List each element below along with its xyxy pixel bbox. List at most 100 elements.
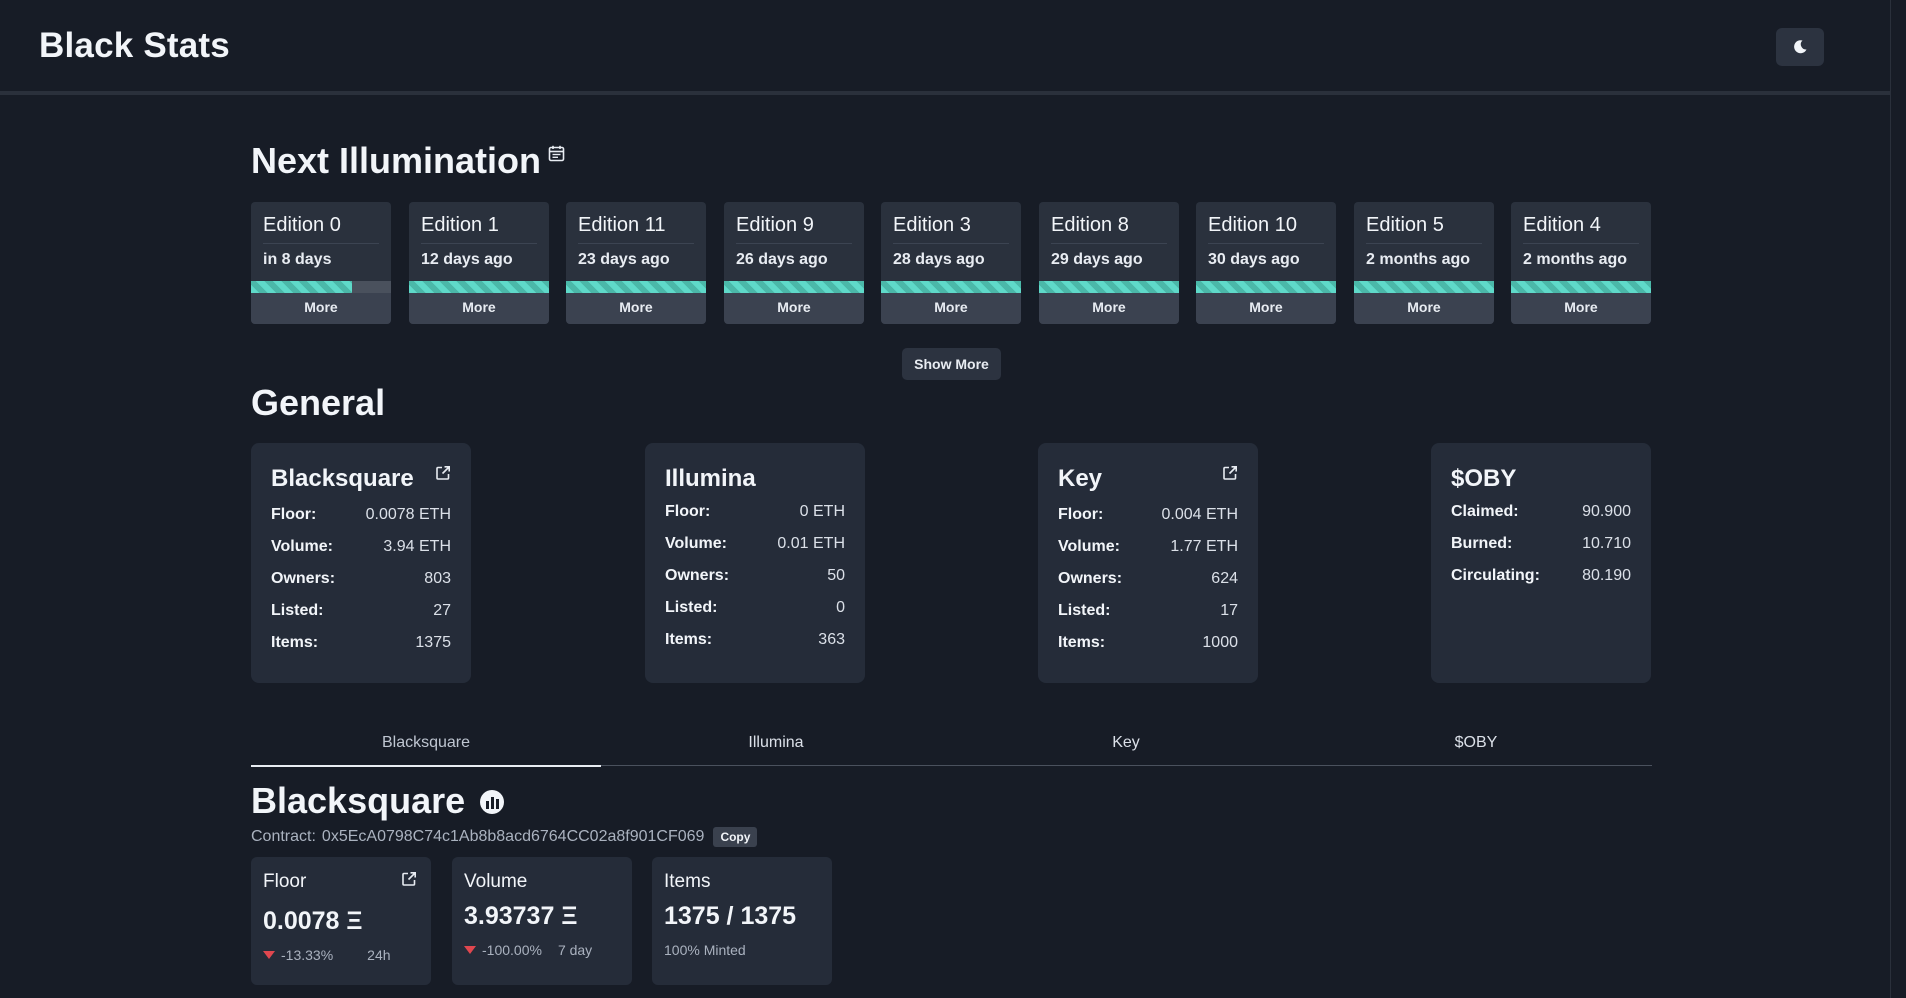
edition-title: Edition 8 (1051, 214, 1167, 244)
top-bar: Black Stats (0, 0, 1906, 95)
tab-oby[interactable]: $OBY (1301, 724, 1651, 765)
edition-card: Edition 1 12 days ago More (409, 202, 549, 324)
stat-value: 50 (827, 567, 845, 584)
edition-progress-bar (881, 281, 1021, 293)
stat-value: 0.0078 ETH (365, 506, 451, 523)
stat-row: Circulating: 80.190 (1451, 560, 1631, 592)
edition-more-button[interactable]: More (251, 293, 391, 324)
edition-more-button[interactable]: More (1511, 293, 1651, 324)
stat-row: Owners: 803 (271, 563, 451, 595)
tab-blacksquare[interactable]: Blacksquare (251, 724, 601, 767)
calendar-icon[interactable] (548, 145, 565, 162)
stat-value: 1375 (415, 634, 451, 651)
stat-row: Volume: 1.77 ETH (1058, 531, 1238, 563)
floor-period: 24h (367, 947, 391, 963)
stat-value: 80.190 (1582, 567, 1631, 584)
stat-value: 17 (1220, 602, 1238, 619)
stat-key: Listed: (665, 599, 718, 616)
external-link-icon[interactable] (435, 465, 451, 481)
stat-value: 3.94 ETH (383, 538, 451, 555)
general-card-title: Illumina (665, 465, 756, 492)
collection-tabs: Blacksquare Illumina Key $OBY (251, 724, 1652, 767)
edition-title: Edition 4 (1523, 214, 1639, 244)
general-card-title: Key (1058, 465, 1103, 492)
stat-row: Burned: 10.710 (1451, 528, 1631, 560)
items-value: 1375 / 1375 (664, 902, 797, 930)
stat-row: Volume: 3.94 ETH (271, 531, 451, 563)
collection-title: Blacksquare (251, 780, 505, 822)
edition-card: Edition 8 29 days ago More (1039, 202, 1179, 324)
general-card-oby: $OBY Claimed: 90.900 Burned: 10.710 Circulati… (1431, 443, 1651, 683)
stat-row: Items: 1000 (1058, 627, 1238, 659)
chart-badge-icon[interactable] (479, 789, 505, 815)
floor-change-percent: -13.33% (281, 947, 334, 963)
edition-more-button[interactable]: More (566, 293, 706, 324)
items-stat-card: Items 1375 / 1375 100% Minted (652, 857, 832, 985)
edition-progress-fill (409, 281, 549, 293)
edition-more-button[interactable]: More (1196, 293, 1336, 324)
edition-progress-fill (1196, 281, 1336, 293)
external-link-icon[interactable] (401, 871, 417, 887)
edition-time: 12 days ago (421, 251, 513, 268)
stat-key: Floor: (1058, 506, 1104, 523)
edition-more-button[interactable]: More (1354, 293, 1494, 324)
edition-card: Edition 10 30 days ago More (1196, 202, 1336, 324)
edition-time: 23 days ago (578, 251, 670, 268)
stat-key: Volume: (271, 538, 333, 555)
stat-value: 90.900 (1582, 503, 1631, 520)
edition-time: 29 days ago (1051, 251, 1143, 268)
edition-time: 30 days ago (1208, 251, 1300, 268)
general-card-stats: Floor: 0.004 ETH Volume: 1.77 ETH Owners: 624… (1058, 499, 1238, 659)
tab-key[interactable]: Key (951, 724, 1301, 765)
edition-progress-bar (409, 281, 549, 293)
edition-time: 2 months ago (1366, 251, 1471, 268)
stat-row: Claimed: 90.900 (1451, 496, 1631, 528)
general-card-illumina: Illumina Floor: 0 ETH Volume: 0.01 ETH Owners… (645, 443, 865, 683)
edition-title: Edition 10 (1208, 214, 1324, 244)
volume-label: Volume (464, 871, 528, 892)
edition-more-button[interactable]: More (1039, 293, 1179, 324)
edition-more-button[interactable]: More (881, 293, 1021, 324)
stat-value: 0.004 ETH (1161, 506, 1238, 523)
copy-button[interactable]: Copy (713, 827, 758, 847)
show-more-button[interactable]: Show More (902, 348, 1001, 380)
stat-row: Listed: 0 (665, 592, 845, 624)
edition-title: Edition 0 (263, 214, 379, 244)
stat-key: Items: (271, 634, 319, 651)
page-scrollbar[interactable] (1890, 0, 1906, 998)
stat-row: Items: 1375 (271, 627, 451, 659)
volume-stat-card: Volume 3.93737 Ξ -100.00% 7 day (452, 857, 632, 985)
contract-label: Contract: (251, 828, 316, 845)
volume-period: 7 day (557, 942, 593, 958)
external-link-icon[interactable] (1222, 465, 1238, 481)
edition-more-button[interactable]: More (724, 293, 864, 324)
app-title[interactable]: Black Stats (39, 26, 230, 66)
contract-address[interactable]: 0x5EcA0798C74c1Ab8b8acd6764CC02a8f901CF0… (322, 828, 705, 846)
stat-value: 624 (1211, 570, 1238, 587)
stat-row: Owners: 50 (665, 560, 845, 592)
edition-progress-bar (251, 281, 391, 293)
contract-line: Contract: 0x5EcA0798C74c1Ab8b8acd6764CC0… (251, 827, 758, 847)
edition-title: Edition 11 (578, 214, 694, 244)
edition-progress-fill (566, 281, 706, 293)
general-card-blacksquare: Blacksquare Floor: 0.0078 ETH Volume: 3.94 E… (251, 443, 471, 683)
edition-progress-fill (881, 281, 1021, 293)
down-arrow-icon (263, 951, 275, 959)
general-card-stats: Floor: 0.0078 ETH Volume: 3.94 ETH Owners: 80… (271, 499, 451, 659)
theme-toggle-button[interactable] (1776, 28, 1824, 66)
general-card-title: Blacksquare (271, 465, 414, 492)
edition-title: Edition 1 (421, 214, 537, 244)
general-card-title: $OBY (1451, 465, 1517, 492)
edition-progress-bar (1039, 281, 1179, 293)
tab-illumina[interactable]: Illumina (601, 724, 951, 765)
items-minted: 100% Minted (664, 942, 746, 958)
edition-more-button[interactable]: More (409, 293, 549, 324)
collection-title-text: Blacksquare (251, 780, 466, 821)
stat-key: Items: (665, 631, 713, 648)
stat-key: Owners: (665, 567, 730, 584)
stat-key: Claimed: (1451, 503, 1519, 520)
stat-row: Volume: 0.01 ETH (665, 528, 845, 560)
items-label: Items (664, 871, 711, 892)
stat-value: 0 (836, 599, 845, 616)
edition-title: Edition 3 (893, 214, 1009, 244)
